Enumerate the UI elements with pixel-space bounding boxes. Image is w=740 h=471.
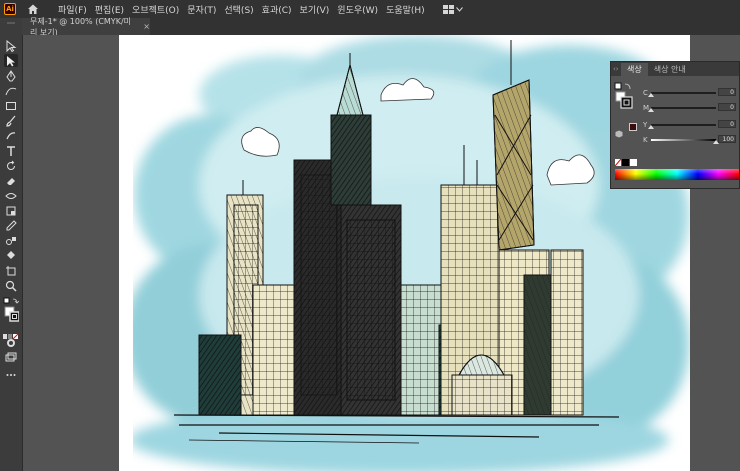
close-icon[interactable]: ×	[143, 22, 150, 31]
magnifier-icon	[5, 280, 17, 292]
transform-icon	[6, 206, 16, 215]
tab-color-guide[interactable]: 색상 안내	[648, 63, 692, 76]
fill-stroke-widget[interactable]	[3, 297, 20, 323]
slider-track[interactable]	[651, 107, 716, 109]
slider-track[interactable]	[651, 139, 716, 141]
menu-view[interactable]: 보기(V)	[300, 3, 330, 16]
chevron-down-icon	[455, 6, 463, 12]
rotate-tool[interactable]	[4, 159, 18, 172]
workspace-grid-icon	[442, 4, 454, 14]
slider-track[interactable]	[651, 92, 716, 94]
direct-selection-tool[interactable]	[4, 54, 18, 67]
type-tool[interactable]	[4, 144, 18, 157]
menu-object[interactable]: 오브젝트(O)	[132, 3, 179, 16]
paint-bucket-icon	[7, 250, 15, 259]
pen-icon	[6, 69, 16, 81]
eyedropper-tool[interactable]	[4, 219, 18, 232]
curvature-icon	[5, 87, 17, 95]
blend-icon	[6, 236, 16, 245]
document-tab-bar: 무제-1* @ 100% (CMYK/미리 보기) ×	[22, 17, 740, 37]
menu-effect[interactable]: 효과(C)	[262, 3, 292, 16]
slider-thumb[interactable]	[648, 108, 654, 112]
type-icon	[7, 145, 15, 156]
width-icon	[5, 192, 17, 199]
eraser-tool[interactable]	[4, 174, 18, 187]
y-value-field[interactable]: 0	[718, 120, 736, 128]
slider-thumb[interactable]	[648, 93, 654, 97]
menu-window[interactable]: 윈도우(W)	[337, 3, 378, 16]
screen-mode-tool[interactable]	[4, 351, 18, 364]
app-logo[interactable]: Ai	[4, 3, 16, 15]
curvature-tool[interactable]	[4, 84, 18, 97]
color-panel: ‹› 색상 색상 안내 C 0 M 0 Y 0 K 100	[610, 61, 740, 189]
menu-type[interactable]: 문자(T)	[187, 3, 216, 16]
width-tool[interactable]	[4, 189, 18, 202]
eraser-icon	[7, 177, 15, 185]
more-tools-button[interactable]	[4, 368, 18, 381]
slider-k[interactable]: K 100	[611, 135, 740, 145]
shaper-icon	[6, 131, 16, 139]
slider-thumb[interactable]	[648, 125, 654, 129]
eyedropper-icon	[6, 219, 17, 230]
live-paint-tool[interactable]	[4, 249, 18, 262]
rotate-icon	[7, 160, 15, 170]
city-sketch-artwork	[119, 35, 689, 471]
color-panel-tabs: ‹› 색상 색상 안내	[611, 62, 739, 76]
menu-edit[interactable]: 편집(E)	[95, 3, 124, 16]
arrow-icon	[6, 39, 17, 52]
home-icon[interactable]	[26, 2, 40, 16]
draw-mode-tool[interactable]	[4, 336, 18, 349]
zoom-tool[interactable]	[4, 279, 18, 292]
k-value-field[interactable]: 100	[718, 135, 736, 143]
workspace-switcher[interactable]	[442, 4, 463, 14]
free-transform-tool[interactable]	[4, 204, 18, 217]
quick-swatches[interactable]	[614, 152, 637, 167]
panel-grip-icon[interactable]: ‹›	[611, 65, 621, 73]
tab-color[interactable]: 색상	[621, 63, 648, 76]
brush-icon	[6, 115, 16, 127]
paintbrush-tool[interactable]	[4, 114, 18, 127]
menu-help[interactable]: 도움말(H)	[386, 3, 425, 16]
menu-select[interactable]: 선택(S)	[224, 3, 253, 16]
c-value-field[interactable]: 0	[718, 88, 736, 96]
direct-arrow-icon	[7, 55, 15, 66]
draw-mode-icon	[7, 338, 15, 347]
artboard[interactable]	[119, 35, 690, 471]
slider-track[interactable]	[651, 124, 716, 126]
rectangle-icon	[6, 101, 16, 110]
slider-m[interactable]: M 0	[611, 103, 740, 113]
pen-tool[interactable]	[4, 69, 18, 82]
m-value-field[interactable]: 0	[718, 103, 736, 111]
tools-panel	[0, 18, 23, 471]
color-spectrum[interactable]	[615, 169, 739, 180]
menu-file[interactable]: 파일(F)	[58, 3, 87, 16]
slider-y[interactable]: Y 0	[611, 120, 740, 130]
rectangle-tool[interactable]	[4, 99, 18, 112]
slider-c[interactable]: C 0	[611, 88, 740, 98]
color-mode-buttons[interactable]	[3, 326, 19, 340]
artboard-icon	[6, 265, 16, 275]
document-tab[interactable]: 무제-1* @ 100% (CMYK/미리 보기) ×	[22, 17, 150, 37]
panel-collapse-icon[interactable]	[6, 21, 16, 25]
ellipsis-icon	[6, 373, 16, 376]
blend-tool[interactable]	[4, 234, 18, 247]
screen-mode-icon	[5, 352, 17, 361]
shaper-tool[interactable]	[4, 129, 18, 142]
artboard-tool[interactable]	[4, 264, 18, 277]
selection-tool[interactable]	[4, 39, 18, 52]
